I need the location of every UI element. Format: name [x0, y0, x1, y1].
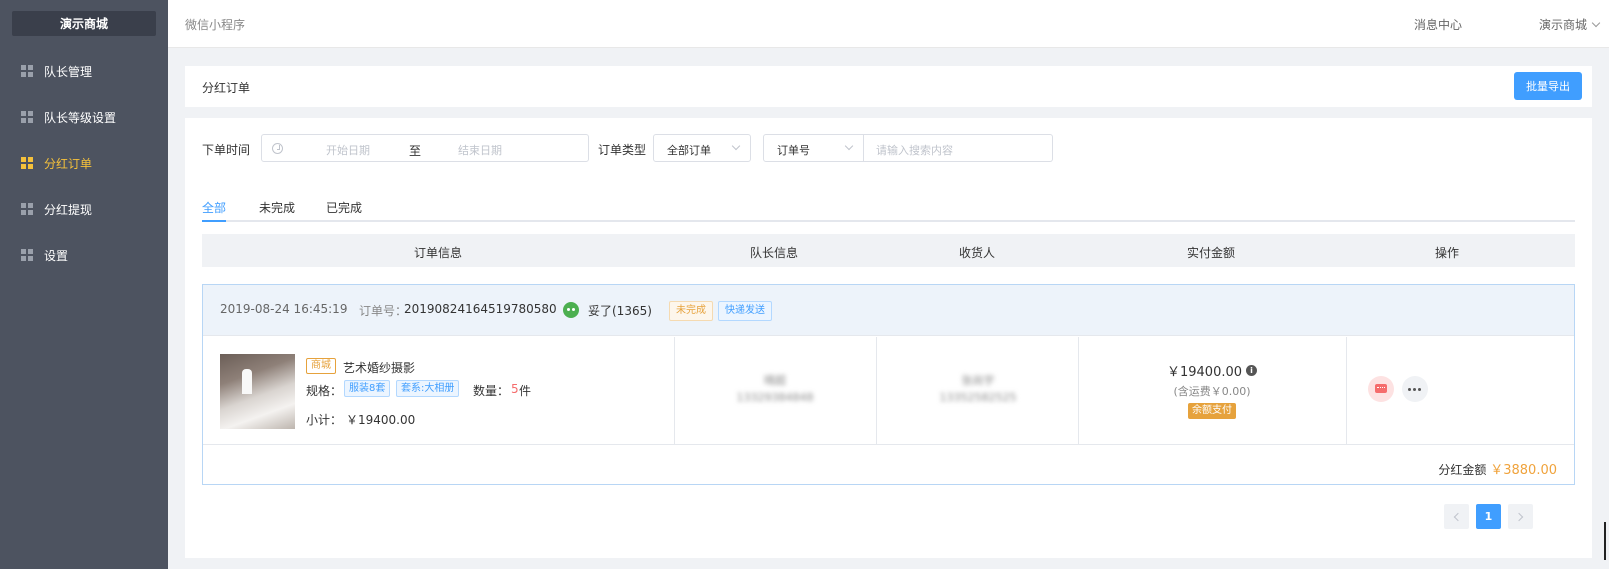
message-center-link[interactable]: 消息中心 — [1414, 16, 1462, 33]
order-number: 20190824164519780580 — [404, 302, 557, 316]
column-divider — [674, 337, 675, 445]
page-header-card: 分红订单 批量导出 — [185, 66, 1592, 107]
brand-logo[interactable]: 演示商城 — [12, 11, 156, 36]
status-tabs: 全部 未完成 已完成 — [202, 198, 1575, 222]
quantity-unit: 件 — [519, 384, 532, 398]
wechat-icon — [563, 302, 579, 318]
sidebar-item-label: 分红订单 — [44, 156, 93, 171]
order-card: 2019-08-24 16:45:19 订单号： 201908241645197… — [202, 284, 1575, 485]
info-icon[interactable]: i — [1246, 365, 1258, 376]
column-divider — [1078, 337, 1079, 445]
chevron-right-icon — [1514, 512, 1524, 521]
dividend-amount: ￥3880.00 — [1490, 463, 1557, 478]
page-title: 分红订单 — [202, 81, 251, 95]
sidebar: 演示商城 队长管理 队长等级设置 分红订单 分红提现 设置 — [0, 0, 168, 569]
sidebar-item-dividend-withdrawal[interactable]: 分红提现 — [0, 186, 168, 232]
product-name: 艺术婚纱摄影 — [343, 361, 416, 375]
chevron-left-icon — [1453, 512, 1463, 521]
order-type-label: 订单类型 — [598, 143, 647, 157]
column-header: 实付金额 — [1186, 246, 1236, 260]
search-field-value: 订单号 — [777, 144, 810, 157]
spec-tag: 套系:大相册 — [396, 380, 460, 397]
sidebar-item-dividend-orders[interactable]: 分红订单 — [0, 140, 168, 186]
start-date-input[interactable]: 开始日期 — [326, 142, 370, 158]
batch-export-button[interactable]: 批量导出 — [1514, 72, 1582, 100]
order-header: 2019-08-24 16:45:19 订单号： 201908241645197… — [203, 285, 1574, 336]
active-tab-indicator — [202, 220, 226, 222]
leader-phone: 13329384848 — [736, 391, 814, 404]
subtotal-label: 小计： — [306, 413, 343, 427]
chevron-down-icon — [731, 141, 741, 151]
pagination-prev-button[interactable] — [1444, 504, 1469, 529]
sidebar-item-label: 队长管理 — [44, 64, 93, 79]
search-field-select[interactable]: 订单号 — [763, 134, 864, 162]
sidebar-item-label: 队长等级设置 — [44, 110, 117, 125]
order-number-label: 订单号： — [359, 304, 408, 318]
shipping-fee: (含运费￥0.00) — [1173, 385, 1251, 398]
top-header: 微信小程序 消息中心 演示商城 — [168, 0, 1609, 48]
sidebar-item-leader-levels[interactable]: 队长等级设置 — [0, 94, 168, 140]
grid-icon — [21, 203, 33, 215]
filter-bar: 下单时间 开始日期 至 结束日期 订单类型 全部订单 订单号 请输入搜索内容 — [202, 134, 1582, 162]
sidebar-item-label: 设置 — [44, 248, 69, 263]
tab-all[interactable]: 全部 — [202, 199, 226, 216]
search-input[interactable]: 请输入搜索内容 — [864, 134, 1053, 162]
status-badge: 未完成 — [669, 301, 713, 321]
table-header: 订单信息 队长信息 收货人 实付金额 操作 — [202, 234, 1575, 267]
user-menu[interactable]: 演示商城 — [1538, 16, 1601, 33]
grid-icon — [21, 249, 33, 261]
dividend-summary: 分红金额 ￥3880.00 — [1438, 459, 1557, 478]
column-header: 订单信息 — [413, 246, 463, 260]
more-actions-button[interactable] — [1402, 376, 1428, 402]
paid-amount: ￥19400.00 i — [1166, 361, 1258, 380]
column-header: 操作 — [1434, 246, 1460, 260]
message-button[interactable] — [1368, 376, 1394, 402]
paid-amount-value: ￥19400.00 — [1166, 365, 1243, 380]
tab-incomplete[interactable]: 未完成 — [259, 199, 295, 216]
product-image[interactable] — [220, 354, 295, 429]
chevron-down-icon — [844, 141, 854, 151]
quantity-label: 数量： — [473, 384, 510, 398]
quantity-value: 5 — [511, 382, 519, 396]
end-date-input[interactable]: 结束日期 — [458, 142, 502, 158]
order-time: 2019-08-24 16:45:19 — [220, 302, 348, 316]
range-separator: 至 — [409, 144, 422, 158]
grid-icon — [21, 65, 33, 77]
receiver-phone: 13352582525 — [939, 391, 1017, 404]
user-menu-label: 演示商城 — [1538, 18, 1587, 32]
spec-label: 规格： — [306, 384, 343, 398]
order-user[interactable]: 妥了(1365) — [588, 302, 652, 319]
leader-name: 晴超 — [764, 374, 786, 387]
chevron-down-icon — [1591, 18, 1601, 27]
scrollbar[interactable] — [1604, 522, 1606, 560]
order-type-select[interactable]: 全部订单 — [653, 134, 751, 162]
spec-tag: 服装8套 — [344, 380, 391, 397]
pagination-next-button[interactable] — [1508, 504, 1533, 529]
sidebar-item-settings[interactable]: 设置 — [0, 232, 168, 278]
app-title: 微信小程序 — [185, 18, 246, 32]
dividend-label: 分红金额 — [1438, 463, 1487, 477]
main-content: 下单时间 开始日期 至 结束日期 订单类型 全部订单 订单号 请输入搜索内容 全… — [185, 118, 1592, 558]
search-placeholder: 请输入搜索内容 — [876, 144, 953, 157]
column-header: 收货人 — [958, 246, 996, 260]
sidebar-item-label: 分红提现 — [44, 202, 93, 217]
payment-method-badge: 余额支付 — [1188, 403, 1236, 419]
sidebar-item-leader-management[interactable]: 队长管理 — [0, 48, 168, 94]
date-range-picker[interactable]: 开始日期 至 结束日期 — [261, 134, 589, 162]
column-divider — [1346, 337, 1347, 445]
pagination-page[interactable]: 1 — [1476, 504, 1501, 529]
clock-icon — [272, 143, 283, 154]
order-row: 商城 艺术婚纱摄影 规格： 服装8套 套系:大相册 数量： 5 件 小计： ￥1… — [203, 337, 1574, 445]
column-divider — [876, 337, 877, 445]
subtotal-value: ￥19400.00 — [346, 413, 416, 427]
column-header: 队长信息 — [749, 246, 799, 260]
receiver-name: 张尚宇 — [961, 374, 995, 387]
source-badge: 商城 — [306, 358, 336, 374]
tab-completed[interactable]: 已完成 — [326, 199, 362, 216]
order-type-value: 全部订单 — [667, 144, 711, 157]
grid-icon — [21, 111, 33, 123]
order-time-label: 下单时间 — [202, 143, 251, 157]
delivery-badge: 快递发送 — [718, 301, 772, 321]
grid-icon — [21, 157, 33, 169]
